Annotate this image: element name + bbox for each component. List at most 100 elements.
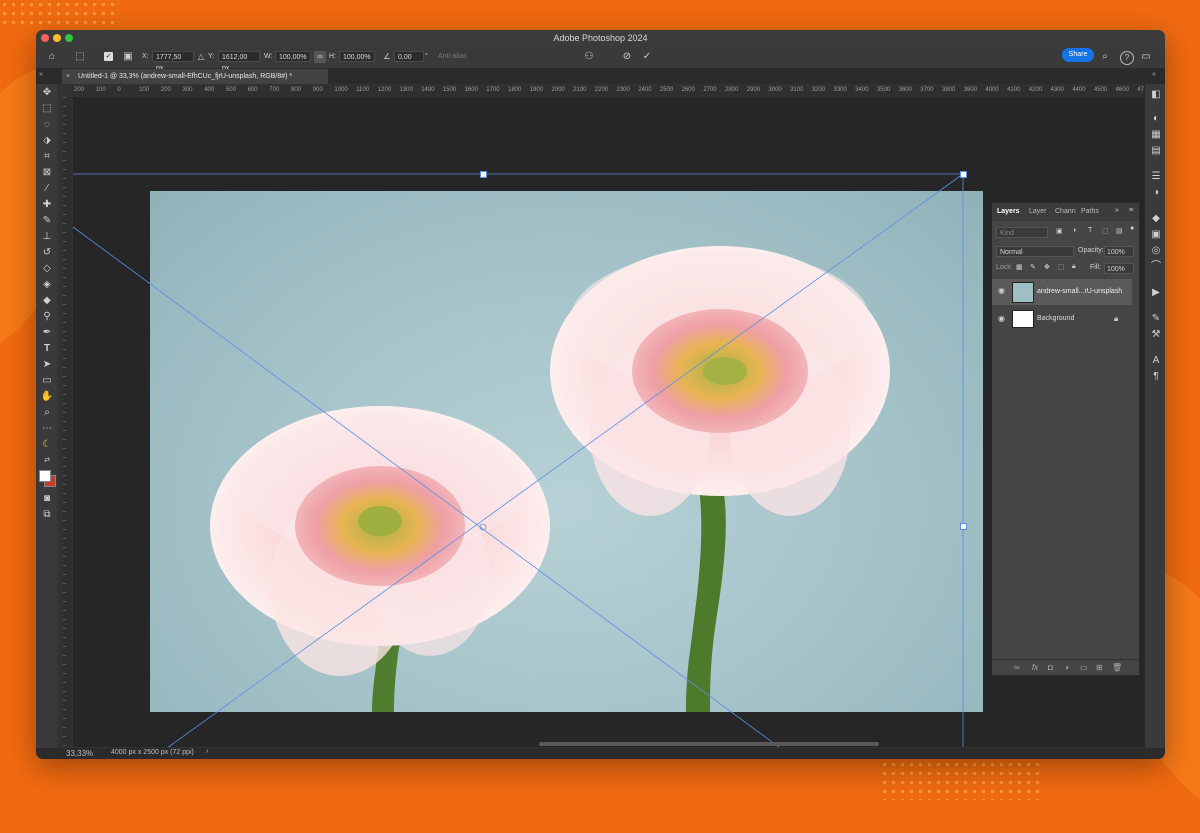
- zoom-tool-icon[interactable]: ⌕: [39, 406, 55, 420]
- learn-panel-icon[interactable]: ◧: [1148, 88, 1164, 102]
- visibility-eye-icon[interactable]: ◉: [998, 286, 1005, 295]
- new-group-icon[interactable]: ▭: [1080, 663, 1088, 672]
- paragraph-panel-icon[interactable]: ¶: [1148, 370, 1164, 384]
- filter-type-icon[interactable]: T: [1088, 227, 1092, 234]
- filter-pixel-icon[interactable]: ▣: [1056, 227, 1063, 235]
- edit-toolbar-icon[interactable]: ⋯: [39, 422, 55, 436]
- help-icon[interactable]: ?: [1120, 51, 1134, 65]
- delete-layer-icon[interactable]: 🗑︎: [1112, 663, 1122, 672]
- properties-panel-icon[interactable]: ☰: [1148, 170, 1164, 184]
- marquee-tool-icon[interactable]: ⬚: [39, 102, 55, 116]
- lock-image-icon[interactable]: ✎: [1030, 263, 1036, 271]
- transform-handle-right[interactable]: [960, 523, 967, 530]
- reference-point-locator-icon[interactable]: ▣: [122, 51, 134, 63]
- transform-preset-icon[interactable]: ⬚: [72, 51, 88, 63]
- tab-paths[interactable]: Paths: [1081, 208, 1099, 215]
- add-mask-icon[interactable]: ◘: [1048, 663, 1053, 672]
- document-tab[interactable]: × Untitled-1 @ 33,3% (andrew-small-EfhCU…: [62, 69, 328, 84]
- swatches-panel-icon[interactable]: ▦: [1148, 128, 1164, 142]
- default-colors-icon[interactable]: ⇄: [39, 454, 55, 468]
- search-icon[interactable]: ⌕: [1099, 51, 1111, 63]
- type-tool-icon[interactable]: T: [39, 342, 55, 356]
- paint-bucket-tool-icon[interactable]: ◈: [39, 278, 55, 292]
- layer-row[interactable]: ◉ Background 🔒︎: [992, 307, 1132, 331]
- collapse-panels-icon[interactable]: »: [39, 71, 43, 78]
- actions-panel-icon[interactable]: ▶: [1148, 286, 1164, 300]
- width-field[interactable]: 100,00%: [275, 51, 311, 62]
- character-panel-icon[interactable]: A: [1148, 354, 1164, 368]
- transform-handle-top-right[interactable]: [960, 171, 967, 178]
- canvas-area[interactable]: [73, 97, 1144, 747]
- brush-tool-icon[interactable]: ✎: [39, 214, 55, 228]
- home-icon[interactable]: ⌂: [46, 51, 58, 63]
- close-window-button[interactable]: [41, 34, 49, 42]
- share-button[interactable]: Share: [1062, 48, 1094, 62]
- visibility-eye-icon[interactable]: ◉: [998, 314, 1005, 323]
- anti-alias-checkbox-label[interactable]: Anti-alias: [438, 51, 467, 63]
- opacity-field[interactable]: 100%: [1104, 246, 1134, 257]
- hand-tool-icon[interactable]: ✋: [39, 390, 55, 404]
- puppet-warp-icon[interactable]: ⚇: [582, 51, 596, 63]
- libraries-panel-icon[interactable]: ▣: [1148, 228, 1164, 242]
- gradients-panel-icon[interactable]: ▤: [1148, 144, 1164, 158]
- close-tab-icon[interactable]: ×: [66, 73, 70, 80]
- link-proportions-icon[interactable]: ∞: [314, 51, 326, 63]
- reference-point-checkbox[interactable]: ✓: [104, 52, 113, 61]
- blur-tool-icon[interactable]: ◆: [39, 294, 55, 308]
- rectangle-tool-icon[interactable]: ▭: [39, 374, 55, 388]
- panel-menu-icon[interactable]: ≡: [1129, 207, 1133, 214]
- collapse-panels-icon[interactable]: «: [1152, 71, 1156, 78]
- screen-mode-icon[interactable]: ⧉: [39, 508, 55, 522]
- frame-tool-icon[interactable]: ⊠: [39, 166, 55, 180]
- layers-panel-icon[interactable]: ◆: [1148, 212, 1164, 226]
- foreground-color-swatch[interactable]: [39, 470, 51, 482]
- history-brush-tool-icon[interactable]: ↺: [39, 246, 55, 260]
- status-menu-arrow[interactable]: ›: [206, 748, 208, 755]
- rotate-angle-field[interactable]: 0,00: [394, 51, 424, 62]
- new-adjustment-layer-icon[interactable]: ◑: [1064, 663, 1069, 672]
- x-position-field[interactable]: 1777,50 px: [152, 51, 194, 72]
- more-tabs-icon[interactable]: »: [1115, 207, 1119, 214]
- banana-icon[interactable]: ☾: [39, 438, 55, 452]
- color-panel-icon[interactable]: ◐: [1148, 112, 1164, 126]
- pen-tool-icon[interactable]: ✒: [39, 326, 55, 340]
- tab-layer-comps[interactable]: Layer: [1029, 208, 1047, 215]
- tool-presets-icon[interactable]: ⚒: [1148, 328, 1164, 342]
- cancel-transform-icon[interactable]: ⊘: [621, 51, 633, 63]
- eyedropper-tool-icon[interactable]: ⁄: [39, 182, 55, 196]
- filter-shape-icon[interactable]: ⬚: [1102, 227, 1109, 235]
- eraser-tool-icon[interactable]: ◇: [39, 262, 55, 276]
- adjustments-panel-icon[interactable]: ◑: [1148, 186, 1164, 200]
- layer-name[interactable]: Background: [1037, 315, 1074, 322]
- dodge-tool-icon[interactable]: ⚲: [39, 310, 55, 324]
- filter-kind-select[interactable]: Kind: [996, 227, 1048, 238]
- height-field[interactable]: 100,00%: [339, 51, 375, 62]
- lock-artboard-icon[interactable]: ⬚: [1058, 263, 1065, 271]
- free-transform-box[interactable]: [73, 97, 1144, 747]
- healing-brush-tool-icon[interactable]: ✚: [39, 198, 55, 212]
- filter-adjustment-icon[interactable]: ◑: [1072, 227, 1076, 234]
- filter-smart-object-icon[interactable]: ▤: [1116, 227, 1123, 235]
- zoom-window-button[interactable]: [65, 34, 73, 42]
- lock-all-icon[interactable]: 🔒︎: [1072, 263, 1076, 271]
- crop-tool-icon[interactable]: ⌗: [39, 150, 55, 164]
- blend-mode-select[interactable]: Normal: [996, 246, 1074, 257]
- filter-toggle-icon[interactable]: ●: [1130, 225, 1134, 232]
- y-position-field[interactable]: 1612,00 px: [218, 51, 260, 72]
- paths-panel-icon[interactable]: ⌒: [1148, 260, 1164, 274]
- zoom-level[interactable]: 33,33%: [66, 749, 93, 758]
- lasso-tool-icon[interactable]: ◌: [39, 118, 55, 132]
- clone-stamp-tool-icon[interactable]: ⊥: [39, 230, 55, 244]
- brush-settings-icon[interactable]: ✎: [1148, 312, 1164, 326]
- horizontal-scrollbar[interactable]: [539, 742, 879, 746]
- tab-channels[interactable]: Chann: [1055, 208, 1076, 215]
- move-tool-icon[interactable]: ✥: [39, 86, 55, 100]
- tab-layers[interactable]: Layers: [997, 208, 1020, 215]
- transform-handle-top[interactable]: [480, 171, 487, 178]
- object-selection-tool-icon[interactable]: ⬗: [39, 134, 55, 148]
- lock-transparent-icon[interactable]: ▦: [1016, 263, 1023, 271]
- minimize-window-button[interactable]: [53, 34, 61, 42]
- link-layers-icon[interactable]: ∞: [1014, 663, 1020, 672]
- workspace-icon[interactable]: ▭: [1140, 51, 1152, 63]
- quick-mask-icon[interactable]: ◙: [39, 492, 55, 506]
